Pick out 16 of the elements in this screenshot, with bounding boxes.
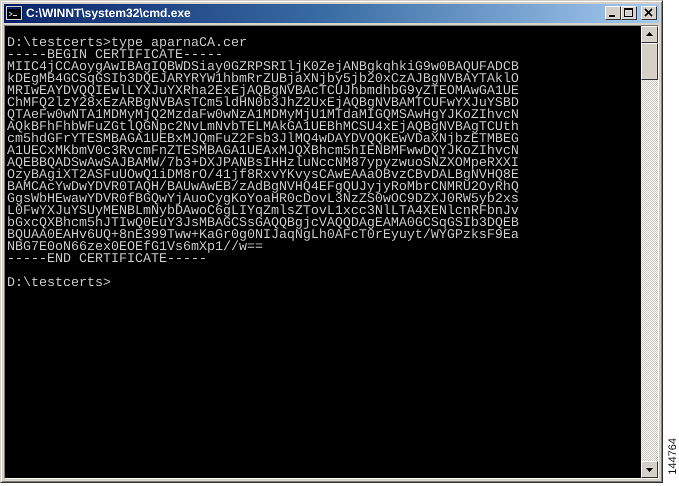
maximize-icon [622,7,636,20]
console-line: D:\testcerts> [7,276,111,291]
scroll-thumb[interactable] [641,42,658,80]
console-line: -----END CERTIFICATE----- [7,252,207,267]
minimize-button[interactable] [605,6,621,20]
close-button[interactable] [641,6,657,20]
minimize-icon [609,15,615,18]
scroll-up-button[interactable] [641,26,658,43]
window-title: C:\WINNT\system32\cmd.exe [26,6,191,20]
scroll-down-button[interactable] [641,461,658,478]
figure-number: 144764 [667,438,679,475]
console-icon [6,6,22,20]
scrollbar[interactable] [641,26,658,478]
up-arrow-icon [646,32,653,36]
down-arrow-icon [646,468,653,472]
maximize-button[interactable] [621,6,637,20]
